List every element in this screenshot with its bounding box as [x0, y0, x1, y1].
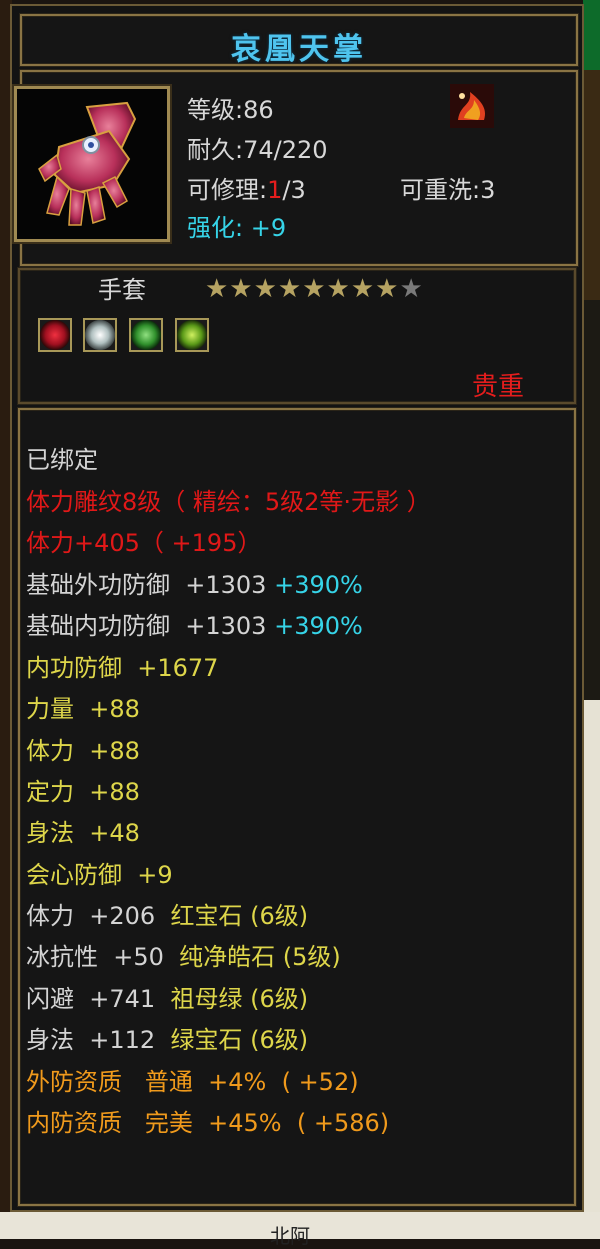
- gem-name: 祖母绿 (6级): [170, 985, 309, 1013]
- repair-max: /3: [282, 176, 306, 204]
- ext-defense-line: 基础外功防御 +1303 +390%: [26, 565, 363, 600]
- level-row: 等级:86: [187, 96, 274, 124]
- attribute-line: 内功防御 +1677: [26, 654, 219, 682]
- stars-filled: ★★★★★★★★: [205, 274, 400, 304]
- item-quality: 贵重: [472, 372, 525, 402]
- repair-label: 可修理: [187, 176, 259, 204]
- int-quality-line: 内防资质 完美 +45% ( +586): [26, 1109, 390, 1137]
- gem-name: 绿宝石 (6级): [170, 1026, 309, 1054]
- attribute-line: 身法 +48: [26, 819, 140, 847]
- flame-badge-icon[interactable]: [450, 84, 494, 128]
- rewash-label: 可重洗: [400, 176, 472, 204]
- gem-name: 红宝石 (6级): [170, 902, 309, 930]
- enhance-label: 强化: [187, 214, 235, 242]
- item-icon-slot[interactable]: [14, 86, 170, 242]
- level-label: 等级: [187, 96, 235, 124]
- durability-value: 74/220: [243, 136, 328, 164]
- rewash-row: 可重洗:3: [400, 176, 496, 204]
- gem-line: 冰抗性 +50 纯净皓石 (5级): [26, 937, 341, 972]
- gem-slot-white[interactable]: [83, 318, 117, 352]
- attribute-line: 力量 +88: [26, 695, 140, 723]
- gauntlet-icon: [17, 89, 167, 239]
- stamina-bonus-line: 体力+405（ +195）: [26, 529, 262, 557]
- gem-stat: 闪避 +741: [26, 985, 156, 1013]
- int-defense-pct: +390%: [274, 612, 363, 640]
- enhance-row: 强化: +9: [187, 214, 287, 242]
- background-right: [583, 0, 600, 1239]
- repair-current: 1: [267, 176, 283, 204]
- gem-line: 体力 +206 红宝石 (6级): [26, 896, 308, 931]
- gem-slot-green[interactable]: [129, 318, 163, 352]
- attribute-line: 体力 +88: [26, 737, 140, 765]
- ext-defense-value: 基础外功防御 +1303: [26, 571, 267, 599]
- footer-text: 北阿: [270, 1224, 310, 1248]
- repair-row: 可修理:1/3: [187, 176, 306, 204]
- durability-label: 耐久: [187, 136, 235, 164]
- durability-row: 耐久:74/220: [187, 136, 328, 164]
- int-defense-line: 基础内功防御 +1303 +390%: [26, 606, 363, 641]
- rewash-value: 3: [480, 176, 496, 204]
- item-name: 哀凰天掌: [231, 32, 367, 67]
- attribute-line: 定力 +88: [26, 778, 140, 806]
- engrave-line: 体力雕纹8级（ 精绘：5级2等·无影 ）: [26, 488, 431, 516]
- gem-name: 纯净皓石 (5级): [179, 943, 341, 971]
- int-defense-value: 基础内功防御 +1303: [26, 612, 267, 640]
- gem-stat: 体力 +206: [26, 902, 156, 930]
- gem-stat: 身法 +112: [26, 1026, 156, 1054]
- gem-slot-emerald[interactable]: [175, 318, 209, 352]
- gem-slot-red[interactable]: [38, 318, 72, 352]
- gem-line: 闪避 +741 祖母绿 (6级): [26, 979, 308, 1014]
- bound-status: 已绑定: [26, 446, 98, 474]
- slot-type: 手套: [98, 276, 146, 304]
- star-rating: ★★★★★★★★★: [205, 274, 424, 304]
- attribute-line: 会心防御 +9: [26, 861, 173, 889]
- level-value: 86: [243, 96, 274, 124]
- gem-line: 身法 +112 绿宝石 (6级): [26, 1020, 308, 1055]
- title-bar: 哀凰天掌: [20, 14, 578, 67]
- ext-defense-pct: +390%: [274, 571, 363, 599]
- stars-empty: ★: [399, 274, 424, 304]
- ext-quality-line: 外防资质 普通 +4% ( +52): [26, 1068, 359, 1096]
- enhance-value: +9: [250, 214, 287, 242]
- gem-stat: 冰抗性 +50: [26, 943, 164, 971]
